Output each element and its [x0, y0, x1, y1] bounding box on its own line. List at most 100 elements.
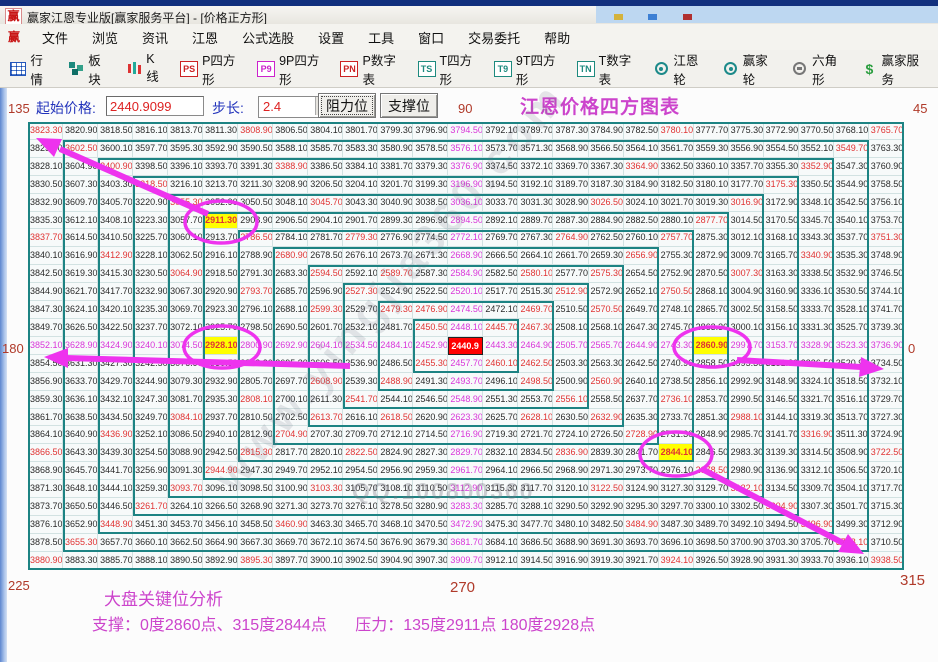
grid-cell: 3513.70: [833, 408, 869, 427]
menu-item[interactable]: 工具: [356, 28, 406, 47]
grid-cell: 2512.90: [553, 283, 589, 302]
grid-cell: 2724.10: [553, 426, 589, 445]
menu-item[interactable]: 帮助: [532, 28, 582, 47]
menu-item[interactable]: 资讯: [130, 28, 180, 47]
grid-cell: 3540.10: [833, 211, 869, 230]
grid-cell: 2923.30: [203, 301, 239, 319]
toolbar-item[interactable]: T9 9T四方形: [490, 47, 566, 91]
toolbar-item[interactable]: PS P四方形: [176, 47, 246, 91]
grid-cell: 3578.50: [413, 139, 449, 158]
menu-item[interactable]: 设置: [306, 28, 356, 47]
grid-cell: 3081.70: [168, 390, 204, 409]
TN-badge-icon: TN: [576, 60, 595, 77]
grid-cell: 3103.30: [308, 480, 344, 499]
grid-cell: 2628.10: [518, 408, 554, 427]
grid-cell: 3667.30: [238, 533, 274, 552]
grid-cell: 2469.70: [518, 301, 554, 319]
grid-cell: 3136.90: [763, 462, 799, 481]
menu-item[interactable]: 文件: [30, 28, 80, 47]
toolbar-item[interactable]: TS T四方形: [414, 47, 483, 91]
support-button[interactable]: 支撑位: [380, 93, 438, 118]
grid-cell: 2659.30: [588, 247, 624, 266]
grid-cell: 3628.90: [63, 336, 99, 355]
grid-cell: 3580.90: [378, 139, 414, 158]
menu-item[interactable]: 浏览: [80, 28, 130, 47]
grid-cell: 3794.50: [448, 122, 484, 140]
grid-cell: 3456.10: [203, 515, 239, 534]
grid-cell: 2443.30: [483, 336, 519, 355]
toolbar-item[interactable]: 行情: [6, 47, 57, 91]
toolbar-item-label: K线: [146, 52, 159, 84]
menu-item[interactable]: 公式选股: [230, 28, 306, 47]
grid-cell: 3590.50: [238, 139, 274, 158]
grid-cell: 3732.10: [868, 372, 904, 391]
grid-cell: 2815.30: [238, 444, 274, 463]
step-label: 步长:: [212, 100, 244, 116]
grid-cell: 3374.50: [483, 157, 519, 176]
grid-cell: 3444.10: [98, 480, 134, 499]
grid-cell: 3633.70: [63, 372, 99, 391]
toolbar-item[interactable]: TN T数字表: [573, 47, 642, 91]
grid-cell: 2767.30: [518, 229, 554, 248]
grid-cell: 3415.30: [98, 265, 134, 284]
start-price-input[interactable]: [106, 96, 204, 116]
menu-item[interactable]: 交易委托: [456, 28, 532, 47]
grid-cell: 2908.90: [238, 211, 274, 230]
grid-cell: 3400.90: [98, 157, 134, 176]
grid-cell: 3362.50: [658, 157, 694, 176]
resistance-button[interactable]: 阻力位: [318, 93, 376, 118]
grid-cell: 3033.70: [483, 193, 519, 212]
grid-cell: 3866.50: [28, 444, 64, 463]
grid-cell: 3031.30: [518, 193, 554, 212]
toolbar-item[interactable]: 赢家轮: [718, 47, 780, 91]
grid-cell: 3302.50: [728, 498, 764, 516]
toolbar-item[interactable]: PN P数字表: [336, 47, 406, 91]
grid-cell: 3000.10: [728, 318, 764, 337]
toolbar-item[interactable]: P9 9P四方形: [253, 47, 329, 91]
menu-item[interactable]: 江恩: [180, 28, 230, 47]
grid-cell: 3823.30: [28, 122, 64, 140]
grid-cell: 2990.50: [728, 390, 764, 409]
grid-cell: 3141.70: [763, 426, 799, 445]
badge: PS: [180, 60, 199, 77]
grid-cell: 3825.70: [28, 139, 64, 158]
grid-cell: 3883.30: [63, 551, 99, 570]
grid-cell: 3249.70: [133, 408, 169, 427]
toolbar-item[interactable]: 板块: [64, 47, 115, 91]
grid-cell: 2620.90: [413, 408, 449, 427]
grid-cell: 2647.30: [623, 318, 659, 337]
grid-cell: 2918.50: [203, 265, 239, 284]
grid-cell: 3276.10: [343, 498, 379, 516]
grid-cell: 3681.70: [448, 533, 484, 552]
grid-cell: 3566.50: [588, 139, 624, 158]
menu-item[interactable]: 窗口: [406, 28, 456, 47]
toolbar-item[interactable]: 六角形: [788, 47, 850, 91]
toolbar-item-label: 9P四方形: [279, 53, 320, 87]
PS-badge-icon: PS: [180, 60, 199, 77]
toolbar-item[interactable]: $ 赢家服务: [857, 47, 931, 91]
badge: PN: [340, 60, 359, 77]
grid-cell: 3213.70: [203, 175, 239, 194]
step-value: 2.4: [263, 99, 282, 114]
grid-cell: 3568.90: [553, 139, 589, 158]
grid-cell: 3110.50: [413, 480, 449, 499]
grid-cell: 3612.10: [63, 211, 99, 230]
grid-cell: 2563.30: [588, 354, 624, 373]
grid-cell: 2841.70: [623, 444, 659, 463]
grid-cell: 3398.50: [133, 157, 169, 176]
toolbar-item[interactable]: K线: [122, 49, 169, 88]
toolbar-item-label: 行情: [30, 53, 43, 87]
grid-cell: 3441.70: [98, 462, 134, 481]
grid-cell: 3727.30: [868, 408, 904, 427]
grid-cell: 3100.90: [273, 480, 309, 499]
grid-cell: 3607.30: [63, 175, 99, 194]
grid-cell: 3585.70: [308, 139, 344, 158]
grid-cell: 2937.70: [203, 408, 239, 427]
toolbar-item-label: T数字表: [598, 53, 632, 87]
grid-cell: 3609.70: [63, 193, 99, 212]
grid-cell: 3494.50: [763, 515, 799, 534]
badge: TN: [576, 60, 595, 77]
grid-cell: 2788.90: [238, 247, 274, 266]
toolbar-item[interactable]: 江恩轮: [649, 47, 711, 91]
grid-cell: 2685.70: [273, 283, 309, 302]
